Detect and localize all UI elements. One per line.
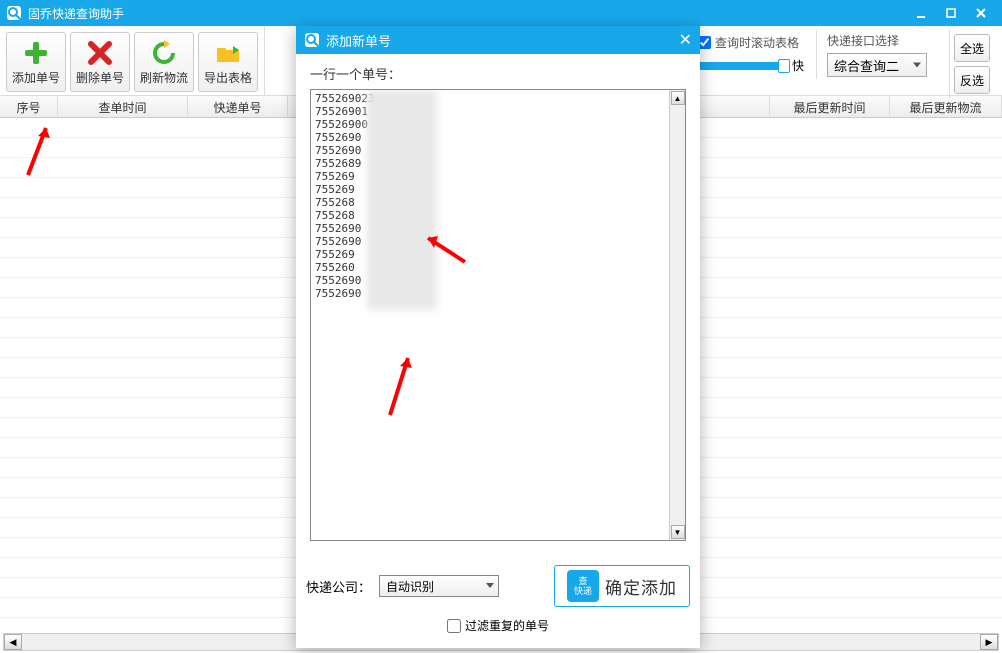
add-tracking-modal: 添加新单号 ✕ 一行一个单号： 755269023 75526901 75526… (296, 26, 700, 648)
scroll-right-button[interactable]: ▶ (980, 634, 998, 650)
minimize-button[interactable] (906, 1, 936, 25)
speed-slider[interactable] (698, 62, 788, 70)
search-express-icon: 查 快递 (567, 570, 599, 602)
refresh-label: 刷新物流 (140, 69, 188, 86)
interface-value: 综合查询二 (834, 56, 899, 75)
filter-duplicate-label: 过滤重复的单号 (465, 617, 549, 634)
scroll-down-button[interactable]: ▼ (671, 525, 685, 539)
plus-icon (22, 39, 50, 67)
refresh-icon (150, 39, 178, 67)
invert-select-button[interactable]: 反选 (954, 66, 990, 94)
fast-label: 快 (792, 57, 804, 74)
scroll-up-button[interactable]: ▲ (671, 91, 685, 105)
refresh-button[interactable]: 刷新物流 (134, 32, 194, 92)
scroll-check-label: 查询时滚动表格 (715, 34, 799, 51)
company-value: 自动识别 (386, 578, 434, 595)
export-button[interactable]: 导出表格 (198, 32, 258, 92)
tracking-textarea[interactable]: 755269023 75526901 75526900 7552690 7552… (310, 89, 686, 541)
company-label: 快递公司： (306, 577, 371, 596)
blurred-region (367, 90, 437, 310)
chevron-down-icon (912, 58, 922, 73)
confirm-label: 确定添加 (605, 574, 677, 599)
maximize-button[interactable] (936, 1, 966, 25)
x-icon (86, 39, 114, 67)
delete-label: 删除单号 (76, 69, 124, 86)
header-last-logistics[interactable]: 最后更新物流 (890, 96, 1002, 117)
filter-duplicate-row[interactable]: 过滤重复的单号 (306, 617, 690, 634)
modal-title: 添加新单号 (326, 31, 679, 50)
select-all-button[interactable]: 全选 (954, 34, 990, 62)
company-combo[interactable]: 自动识别 (379, 575, 499, 597)
export-label: 导出表格 (204, 69, 252, 86)
window-title: 固乔快递查询助手 (28, 5, 906, 22)
add-tracking-button[interactable]: 添加单号 (6, 32, 66, 92)
app-icon (6, 5, 22, 21)
textarea-vertical-scrollbar[interactable]: ▲ ▼ (669, 90, 685, 540)
window-buttons (906, 1, 996, 25)
folder-export-icon (214, 39, 242, 67)
modal-close-button[interactable]: ✕ (679, 30, 692, 50)
header-tracking[interactable]: 快递单号 (188, 96, 288, 117)
confirm-add-button[interactable]: 查 快递 确定添加 (554, 565, 690, 607)
scroll-checkbox-row[interactable]: 查询时滚动表格 (698, 34, 804, 51)
delete-tracking-button[interactable]: 删除单号 (70, 32, 130, 92)
slider-thumb[interactable] (778, 59, 790, 73)
interface-label: 快递接口选择 (827, 32, 927, 49)
interface-combo[interactable]: 综合查询二 (827, 53, 927, 77)
header-last-update[interactable]: 最后更新时间 (770, 96, 890, 117)
modal-hint: 一行一个单号： (310, 64, 686, 83)
chevron-down-icon (485, 579, 495, 593)
header-query-time[interactable]: 查单时间 (58, 96, 188, 117)
close-button[interactable] (966, 1, 996, 25)
filter-duplicate-checkbox[interactable] (447, 619, 461, 633)
add-label: 添加单号 (12, 69, 60, 86)
modal-titlebar: 添加新单号 ✕ (296, 26, 700, 54)
speed-slider-row: 快 (698, 57, 804, 74)
header-seq[interactable]: 序号 (0, 96, 58, 117)
modal-icon (304, 32, 320, 48)
scroll-left-button[interactable]: ◀ (4, 634, 22, 650)
titlebar: 固乔快递查询助手 (0, 0, 1002, 26)
